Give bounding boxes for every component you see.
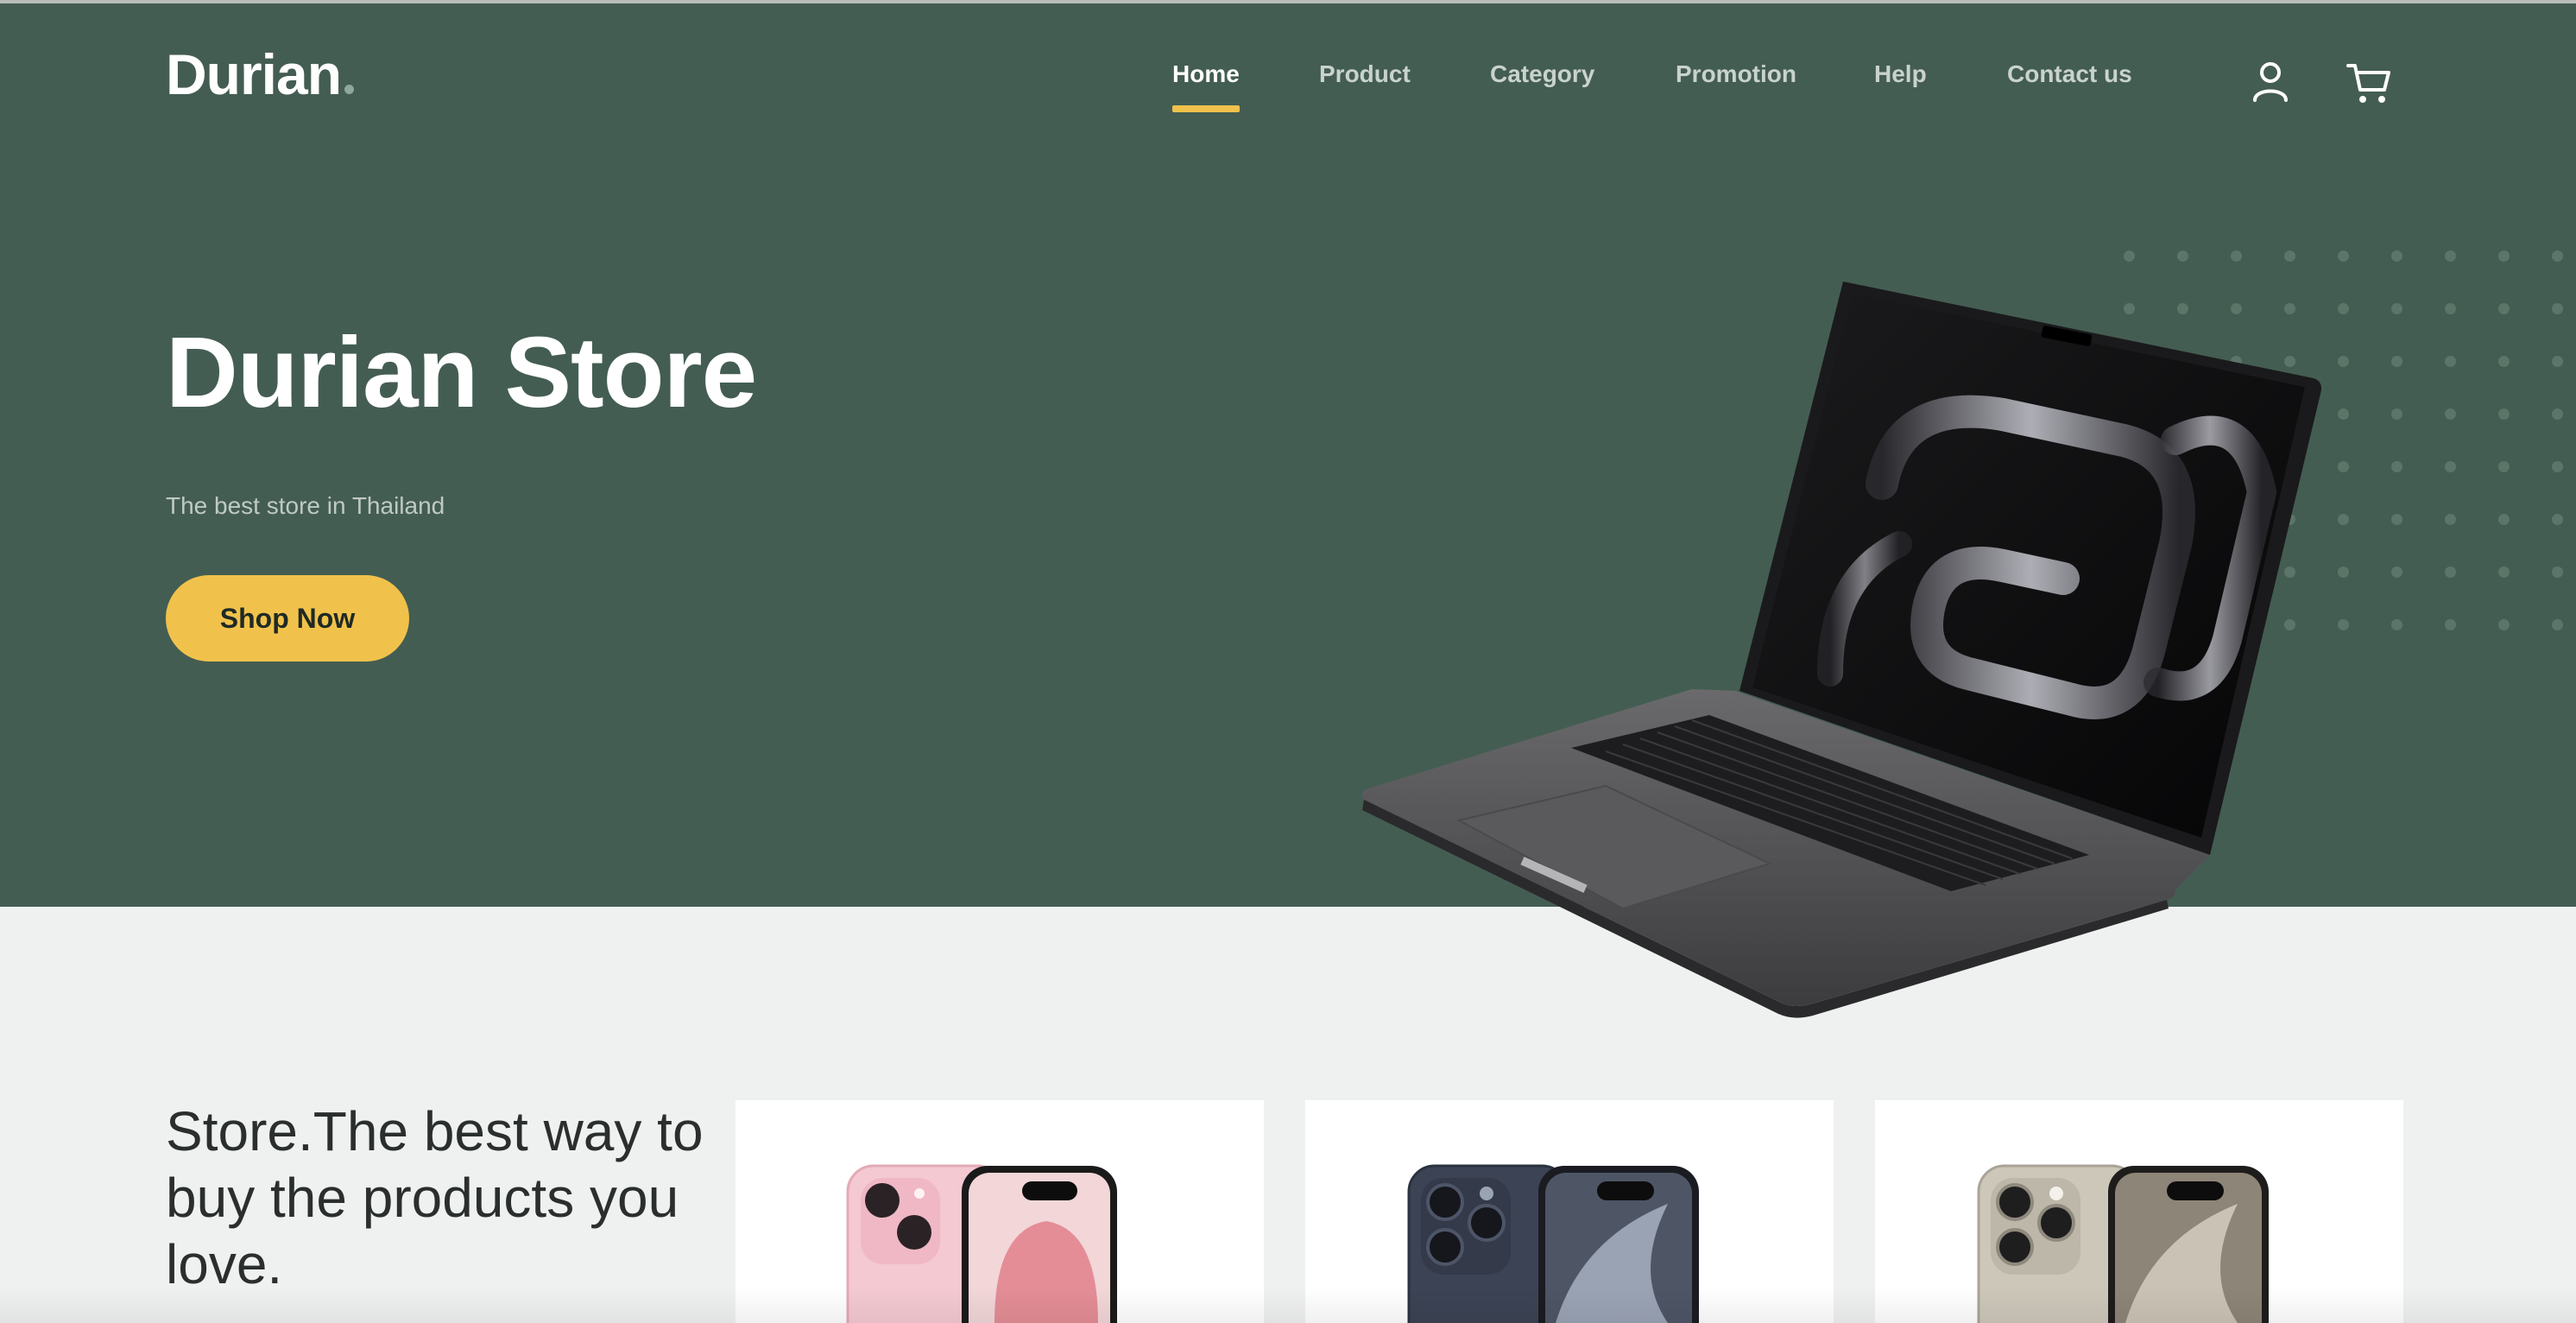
decorative-dot — [2498, 619, 2510, 630]
decorative-dot — [2498, 303, 2510, 314]
decorative-dot — [2552, 461, 2563, 472]
user-icon[interactable] — [2245, 57, 2296, 109]
decorative-dot — [2498, 461, 2510, 472]
nav-item-label: Home — [1172, 60, 1240, 87]
decorative-dot — [2231, 250, 2242, 262]
decorative-dot — [2338, 250, 2349, 262]
decorative-dot — [2552, 250, 2563, 262]
decorative-dot — [2445, 461, 2456, 472]
nav-item-label: Promotion — [1676, 60, 1796, 87]
pink-phone-image — [846, 1164, 1117, 1323]
decorative-dot — [2391, 408, 2402, 420]
product-card[interactable] — [736, 1100, 1264, 1323]
decorative-dot — [2552, 408, 2563, 420]
nav-item-home[interactable]: Home — [1172, 60, 1240, 112]
decorative-dot — [2445, 619, 2456, 630]
decorative-dot — [2498, 567, 2510, 578]
section-title: Store.The best way to buy the products y… — [166, 1100, 704, 1295]
decorative-dot — [2391, 356, 2402, 367]
decorative-dot — [2552, 567, 2563, 578]
hero-subtitle: The best store in Thailand — [166, 492, 445, 519]
nav-item-label: Help — [1874, 60, 1927, 87]
nav-item-label: Category — [1490, 60, 1595, 87]
product-card[interactable] — [1875, 1100, 2403, 1323]
main-nav: Home Product Category Promotion Help Con… — [0, 60, 2576, 121]
decorative-dot — [2445, 408, 2456, 420]
nav-item-help[interactable]: Help — [1874, 60, 1927, 88]
decorative-dot — [2124, 250, 2135, 262]
decorative-dot — [2391, 303, 2402, 314]
decorative-dot — [2391, 514, 2402, 525]
nav-item-product[interactable]: Product — [1319, 60, 1411, 88]
decorative-dot — [2177, 250, 2188, 262]
nav-item-contact-us[interactable]: Contact us — [2007, 60, 2132, 88]
decorative-dot — [2498, 514, 2510, 525]
nav-item-promotion[interactable]: Promotion — [1676, 60, 1796, 88]
decorative-dot — [2552, 356, 2563, 367]
natural-titanium-phone-image — [1977, 1164, 2269, 1323]
decorative-dot — [2445, 514, 2456, 525]
shop-now-button[interactable]: Shop Now — [166, 575, 409, 662]
nav-item-label: Product — [1319, 60, 1411, 87]
active-nav-indicator — [1172, 105, 1240, 112]
decorative-dot — [2445, 567, 2456, 578]
blue-titanium-phone-image — [1407, 1164, 1699, 1323]
decorative-dot — [2552, 303, 2563, 314]
product-card[interactable] — [1305, 1100, 1834, 1323]
decorative-dot — [2498, 408, 2510, 420]
decorative-dot — [2284, 250, 2295, 262]
decorative-dot — [2391, 567, 2402, 578]
decorative-dot — [2552, 619, 2563, 630]
decorative-dot — [2445, 356, 2456, 367]
decorative-dot — [2391, 619, 2402, 630]
decorative-dot — [2445, 303, 2456, 314]
hero-title: Durian Store — [166, 316, 757, 428]
decorative-dot — [2445, 250, 2456, 262]
nav-item-category[interactable]: Category — [1490, 60, 1594, 88]
decorative-dot — [2391, 250, 2402, 262]
decorative-dot — [2391, 461, 2402, 472]
laptop-image — [1347, 268, 2348, 1019]
decorative-dot — [2552, 514, 2563, 525]
nav-item-label: Contact us — [2007, 60, 2132, 87]
decorative-dot — [2498, 250, 2510, 262]
cart-icon[interactable] — [2343, 57, 2395, 109]
decorative-dot — [2498, 356, 2510, 367]
